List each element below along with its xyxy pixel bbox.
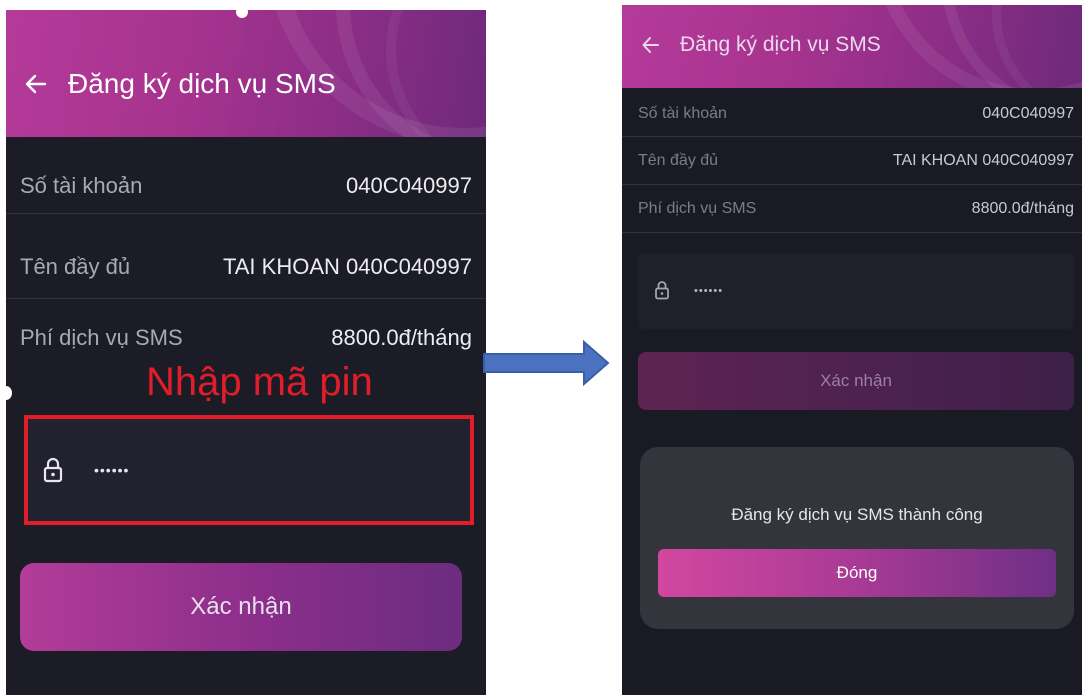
- info-row-fullname: Tên đầy đủ TAI KHOAN 040C040997: [622, 137, 1082, 185]
- close-button-label: Đóng: [836, 563, 878, 582]
- row-value: TAI KHOAN 040C040997: [222, 253, 472, 279]
- info-row-fee: Phí dịch vụ SMS 8800.0đ/tháng: [622, 185, 1082, 233]
- success-dialog: Đăng ký dịch vụ SMS thành công Đóng: [640, 447, 1074, 629]
- row-value: 040C040997: [982, 104, 1074, 122]
- info-row-account: Số tài khoản 040C040997: [622, 91, 1082, 137]
- dialog-message: Đăng ký dịch vụ SMS thành công: [731, 505, 983, 524]
- arrow-left-icon[interactable]: [22, 70, 50, 98]
- row-value: 040C040997: [345, 172, 472, 198]
- pin-input[interactable]: ••••••: [24, 415, 474, 525]
- row-label: Tên đầy đủ: [638, 151, 719, 169]
- arrow-left-icon[interactable]: [640, 34, 662, 56]
- confirm-button[interactable]: Xác nhận: [20, 563, 462, 651]
- row-value: 8800.0đ/tháng: [331, 324, 472, 350]
- app-bar: Đăng ký dịch vụ SMS: [6, 10, 486, 137]
- row-label: Phí dịch vụ SMS: [20, 324, 183, 350]
- annotation-text: Nhập mã pin: [146, 360, 373, 404]
- decor-dot: [236, 6, 248, 18]
- confirm-button-label: Xác nhận: [190, 593, 292, 620]
- row-label: Số tài khoản: [638, 104, 727, 122]
- left-phone-screen: Đăng ký dịch vụ SMS Số tài khoản 040C040…: [6, 10, 486, 695]
- pin-input[interactable]: ••••••: [638, 253, 1074, 329]
- info-row-account: Số tài khoản 040C040997: [6, 158, 486, 214]
- page-title: Đăng ký dịch vụ SMS: [680, 33, 881, 56]
- right-phone-screen: Đăng ký dịch vụ SMS Số tài khoản 040C040…: [622, 5, 1082, 695]
- confirm-button-label: Xác nhận: [820, 371, 892, 390]
- lock-icon: [42, 456, 66, 484]
- pin-value: ••••••: [694, 285, 724, 297]
- info-row-fullname: Tên đầy đủ TAI KHOAN 040C040997: [6, 235, 486, 299]
- row-value: TAI KHOAN 040C040997: [892, 151, 1074, 169]
- row-label: Tên đầy đủ: [20, 253, 131, 279]
- decor-dot: [0, 386, 12, 400]
- row-value: 8800.0đ/tháng: [971, 199, 1074, 217]
- page-title: Đăng ký dịch vụ SMS: [68, 68, 336, 99]
- app-bar: Đăng ký dịch vụ SMS: [622, 5, 1082, 88]
- row-label: Số tài khoản: [20, 172, 143, 198]
- close-button[interactable]: Đóng: [658, 549, 1056, 597]
- right-arrow-icon: [482, 339, 612, 387]
- info-row-fee: Phí dịch vụ SMS 8800.0đ/tháng: [6, 310, 486, 365]
- pin-value: ••••••: [94, 462, 130, 478]
- row-label: Phí dịch vụ SMS: [638, 199, 757, 217]
- lock-icon: [654, 280, 672, 302]
- confirm-button[interactable]: Xác nhận: [638, 352, 1074, 410]
